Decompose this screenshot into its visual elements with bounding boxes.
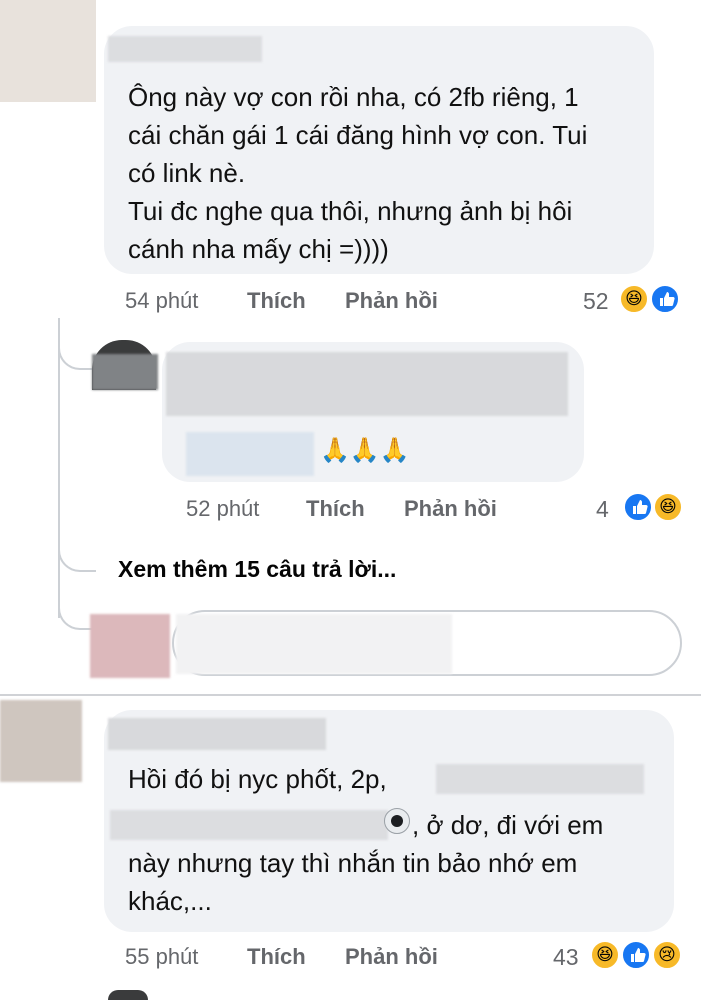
comment-text-line: Hồi đó bị nyc phốt, 2p, <box>128 764 387 794</box>
reaction-count[interactable]: 52 <box>583 288 609 315</box>
reply-button[interactable]: Phản hồi <box>345 288 438 314</box>
avatar[interactable] <box>0 700 82 782</box>
reply-button[interactable]: Phản hồi <box>404 496 497 522</box>
reply-input-blur <box>176 614 452 674</box>
thread-connector <box>58 540 96 572</box>
avatar-overlay <box>92 354 158 390</box>
comment-text-line: cánh nha mấy chị =)))) <box>128 234 389 264</box>
redacted-text <box>110 810 388 840</box>
comment-time[interactable]: 52 phút <box>186 496 259 522</box>
sad-icon[interactable]: 😢 <box>652 940 682 970</box>
thread-connector <box>58 598 94 630</box>
author-name[interactable] <box>108 36 262 62</box>
avatar[interactable] <box>108 990 148 1000</box>
thread-line <box>58 318 60 618</box>
like-icon[interactable] <box>623 492 653 522</box>
avatar[interactable] <box>90 614 170 678</box>
comment-text-line: , ở dơ, đi với em <box>412 810 604 840</box>
comment-text-line: cái chăn gái 1 cái đăng hình vợ con. Tui <box>128 120 588 150</box>
haha-icon[interactable]: 😆 <box>653 492 683 522</box>
comment-text-line: có link nè. <box>128 158 246 188</box>
thread-connector <box>58 330 94 370</box>
like-button[interactable]: Thích <box>247 288 306 314</box>
comment-text-line: khác,... <box>128 886 212 916</box>
author-name[interactable] <box>108 718 326 750</box>
comment-emojis: 🙏🙏🙏 <box>320 437 410 464</box>
comment-text-line: Ông này vợ con rồi nha, có 2fb riêng, 1 <box>128 82 579 112</box>
reaction-count[interactable]: 43 <box>553 944 579 971</box>
avatar[interactable] <box>0 0 96 102</box>
reaction-count[interactable]: 4 <box>596 496 609 523</box>
divider <box>0 694 701 696</box>
eye-emoji-icon <box>384 808 410 834</box>
comment-text-line: Tui đc nghe qua thôi, nhưng ảnh bị hôi <box>128 196 573 226</box>
haha-icon[interactable]: 😆 <box>590 940 620 970</box>
like-button[interactable]: Thích <box>247 944 306 970</box>
haha-icon[interactable]: 😆 <box>619 284 649 314</box>
like-icon[interactable] <box>650 284 680 314</box>
mention-tag[interactable] <box>186 432 314 476</box>
comment-text-line: này nhưng tay thì nhắn tin bảo nhớ em <box>128 848 578 878</box>
comment-time[interactable]: 54 phút <box>125 288 198 314</box>
like-button[interactable]: Thích <box>306 496 365 522</box>
author-name[interactable] <box>166 352 568 416</box>
comment-time[interactable]: 55 phút <box>125 944 198 970</box>
redacted-text <box>436 764 644 794</box>
reply-button[interactable]: Phản hồi <box>345 944 438 970</box>
like-icon[interactable] <box>621 940 651 970</box>
see-more-replies-link[interactable]: Xem thêm 15 câu trả lời... <box>118 556 396 583</box>
